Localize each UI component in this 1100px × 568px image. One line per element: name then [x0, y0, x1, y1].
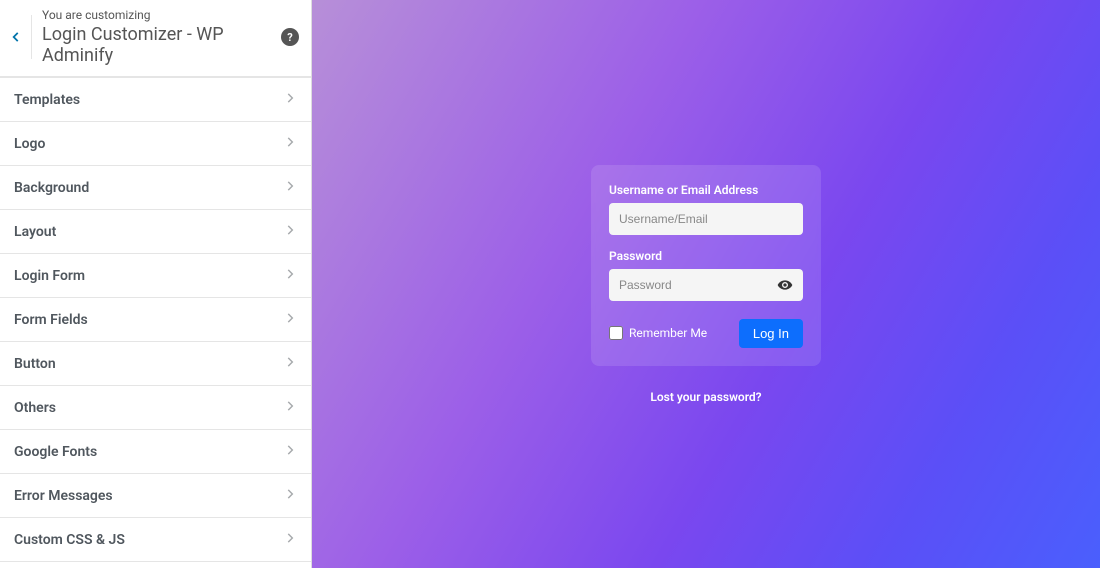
chevron-right-icon	[283, 398, 297, 417]
login-preview: Username or Email Address Password Remem…	[312, 0, 1100, 568]
menu-label: Button	[14, 356, 56, 372]
chevron-right-icon	[283, 442, 297, 461]
sidebar-header: You are customizing Login Customizer - W…	[0, 0, 311, 77]
toggle-password-visibility[interactable]	[777, 277, 793, 297]
menu-label: Templates	[14, 92, 80, 108]
menu-label: Logo	[14, 136, 45, 152]
menu-item-error-messages[interactable]: Error Messages	[0, 474, 311, 518]
chevron-right-icon	[283, 266, 297, 285]
header-text: You are customizing Login Customizer - W…	[42, 8, 281, 66]
menu-item-form-fields[interactable]: Form Fields	[0, 298, 311, 342]
form-row: Remember Me Log In	[609, 319, 803, 348]
help-icon[interactable]: ?	[281, 28, 299, 46]
menu-item-login-form[interactable]: Login Form	[0, 254, 311, 298]
menu-label: Form Fields	[14, 312, 88, 328]
username-input[interactable]	[609, 203, 803, 235]
menu-label: Google Fonts	[14, 444, 97, 460]
menu-label: Login Form	[14, 268, 85, 284]
chevron-right-icon	[283, 90, 297, 109]
menu-item-logo[interactable]: Logo	[0, 122, 311, 166]
chevron-right-icon	[283, 530, 297, 549]
menu-label: Error Messages	[14, 488, 113, 504]
password-input[interactable]	[609, 269, 803, 301]
menu-label: Custom CSS & JS	[14, 532, 125, 548]
menu-item-templates[interactable]: Templates	[0, 78, 311, 122]
login-button[interactable]: Log In	[739, 319, 803, 348]
menu-label: Background	[14, 180, 89, 196]
menu-item-layout[interactable]: Layout	[0, 210, 311, 254]
menu-item-others[interactable]: Others	[0, 386, 311, 430]
password-label: Password	[609, 249, 803, 263]
chevron-right-icon	[283, 134, 297, 153]
remember-me: Remember Me	[609, 326, 707, 340]
chevron-left-icon	[9, 30, 23, 44]
menu-item-button[interactable]: Button	[0, 342, 311, 386]
menu-item-credits[interactable]: Credits	[0, 562, 311, 568]
chevron-right-icon	[283, 354, 297, 373]
back-button[interactable]	[0, 15, 32, 59]
menu-label: Layout	[14, 224, 56, 240]
customizer-sidebar: You are customizing Login Customizer - W…	[0, 0, 312, 568]
login-card: Username or Email Address Password Remem…	[591, 165, 821, 366]
panel-title: Login Customizer - WP Adminify	[42, 24, 281, 66]
chevron-right-icon	[283, 486, 297, 505]
chevron-right-icon	[283, 178, 297, 197]
customizing-subtitle: You are customizing	[42, 8, 281, 22]
menu-label: Others	[14, 400, 56, 416]
menu-list: Templates Logo Background Layout Login F…	[0, 78, 311, 568]
remember-checkbox[interactable]	[609, 326, 623, 340]
chevron-right-icon	[283, 310, 297, 329]
lost-password-link[interactable]: Lost your password?	[650, 390, 761, 404]
eye-icon	[777, 277, 793, 293]
menu-item-background[interactable]: Background	[0, 166, 311, 210]
remember-label[interactable]: Remember Me	[629, 326, 707, 340]
username-label: Username or Email Address	[609, 183, 803, 197]
menu-item-google-fonts[interactable]: Google Fonts	[0, 430, 311, 474]
menu-item-custom-css-js[interactable]: Custom CSS & JS	[0, 518, 311, 562]
chevron-right-icon	[283, 222, 297, 241]
